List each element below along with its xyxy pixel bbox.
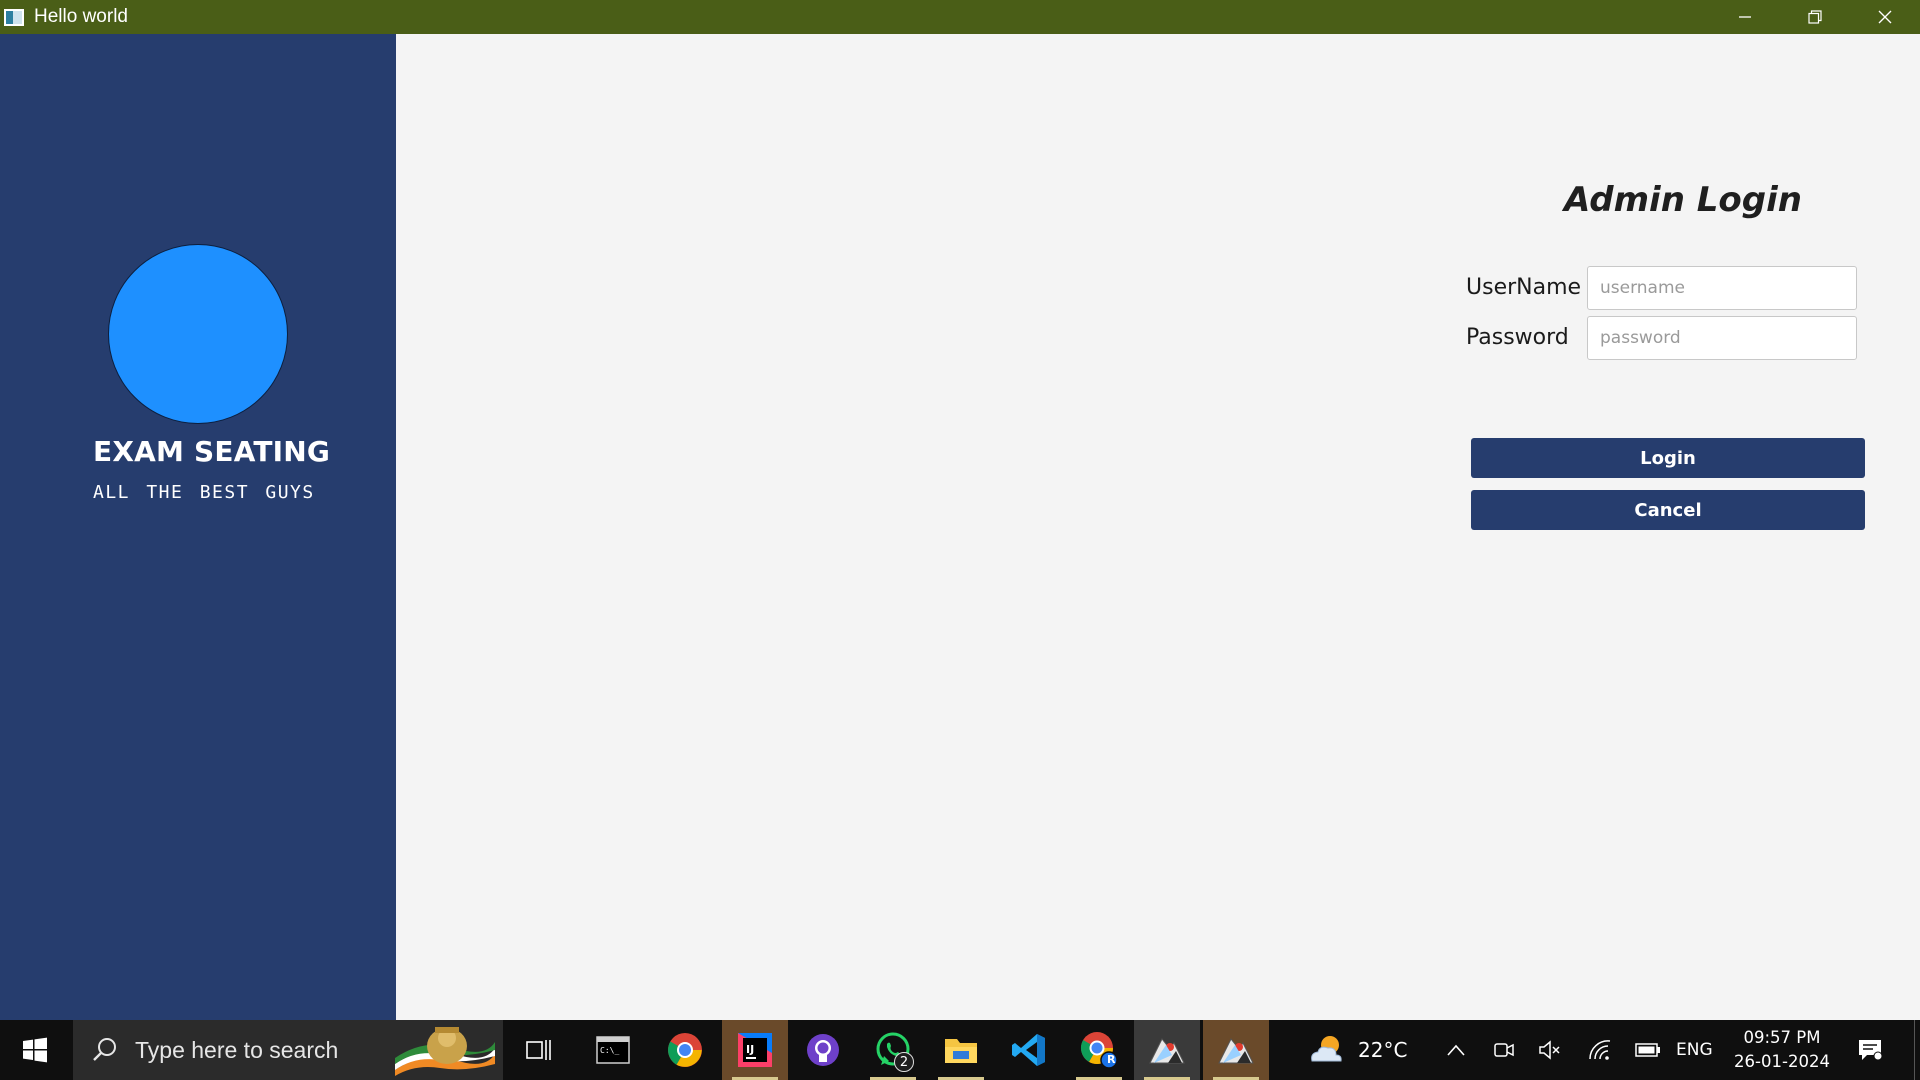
- password-label: Password: [1466, 325, 1569, 350]
- taskbar: Type here to search C:\_ IJ 2 R 22°C ENG…: [0, 1020, 1920, 1080]
- terminal-icon: C:\_: [596, 1036, 630, 1064]
- java-icon: [1149, 1038, 1185, 1064]
- battery-icon: [1635, 1043, 1660, 1057]
- restore-icon: [1808, 10, 1822, 24]
- username-input[interactable]: [1587, 266, 1857, 310]
- password-input[interactable]: [1587, 316, 1857, 360]
- taskbar-vscode[interactable]: [996, 1020, 1062, 1080]
- taskbar-java-app-2[interactable]: [1203, 1020, 1269, 1080]
- weather-temperature: 22°C: [1358, 1038, 1408, 1062]
- taskbar-command-prompt[interactable]: C:\_: [580, 1020, 646, 1080]
- window-title: Hello world: [34, 6, 128, 27]
- taskbar-intellij[interactable]: IJ: [722, 1020, 788, 1080]
- search-highlight-icon: [395, 1027, 495, 1076]
- taskbar-task-view[interactable]: [506, 1020, 572, 1080]
- search-placeholder: Type here to search: [135, 1036, 339, 1063]
- action-center-button[interactable]: [1848, 1020, 1892, 1080]
- taskbar-file-explorer[interactable]: [928, 1020, 994, 1080]
- windows-logo-icon: [23, 1037, 47, 1063]
- clock-date: 26-01-2024: [1734, 1052, 1830, 1071]
- whatsapp-badge: 2: [894, 1052, 914, 1072]
- chrome-icon: [668, 1033, 702, 1067]
- task-view-icon: [526, 1040, 551, 1060]
- restore-button[interactable]: [1780, 0, 1850, 34]
- tray-language[interactable]: ENG: [1676, 1020, 1713, 1080]
- taskbar-weather[interactable]: 22°C: [1308, 1020, 1407, 1080]
- login-title: Admin Login: [1564, 180, 1802, 220]
- chevron-up-icon: [1447, 1044, 1465, 1056]
- tray-volume[interactable]: [1528, 1020, 1572, 1080]
- sidebar-panel: EXAM SEATING ALL THE BEST GUYS: [0, 34, 396, 1020]
- notification-icon: [1859, 1040, 1883, 1061]
- start-button[interactable]: [0, 1020, 70, 1080]
- meet-now-icon: [1494, 1043, 1514, 1057]
- taskbar-chrome[interactable]: [652, 1020, 718, 1080]
- tray-overflow-button[interactable]: [1434, 1020, 1478, 1080]
- taskbar-java-app-1[interactable]: [1134, 1020, 1200, 1080]
- app-window-icon: [4, 8, 24, 26]
- vscode-icon: [1012, 1034, 1045, 1066]
- username-label: UserName: [1466, 275, 1582, 300]
- taskbar-github-desktop[interactable]: [790, 1020, 856, 1080]
- github-icon: [807, 1034, 839, 1066]
- minimize-button[interactable]: [1710, 0, 1780, 34]
- taskbar-search-box[interactable]: Type here to search: [73, 1020, 503, 1080]
- tray-battery[interactable]: [1626, 1020, 1670, 1080]
- show-desktop-button[interactable]: [1914, 1020, 1920, 1080]
- app-subtitle: ALL THE BEST GUYS: [93, 482, 315, 503]
- window-title-bar[interactable]: Hello world: [0, 0, 1920, 34]
- volume-muted-icon: [1539, 1040, 1560, 1060]
- svg-text:IJ: IJ: [746, 1043, 754, 1056]
- cancel-button[interactable]: Cancel: [1471, 490, 1865, 530]
- tray-meet-now[interactable]: [1482, 1020, 1526, 1080]
- close-button[interactable]: [1850, 0, 1920, 34]
- taskbar-whatsapp[interactable]: 2: [860, 1020, 926, 1080]
- tray-network[interactable]: [1578, 1020, 1622, 1080]
- login-button[interactable]: Login: [1471, 438, 1865, 478]
- taskbar-chrome-profile[interactable]: R: [1066, 1020, 1132, 1080]
- chrome-profile-letter: R: [1107, 1053, 1116, 1066]
- search-icon: [87, 1032, 123, 1068]
- folder-icon: [945, 1039, 977, 1063]
- clock-time: 09:57 PM: [1743, 1028, 1821, 1047]
- close-icon: [1878, 10, 1892, 24]
- window-controls: [1710, 0, 1920, 34]
- app-title: EXAM SEATING: [93, 435, 331, 468]
- java-icon: [1218, 1038, 1254, 1064]
- partly-cloudy-icon: [1311, 1036, 1342, 1062]
- avatar-circle: [108, 244, 288, 424]
- svg-text:C:\_: C:\_: [600, 1046, 619, 1055]
- minimize-icon: [1739, 16, 1751, 18]
- intellij-icon: IJ: [738, 1033, 772, 1067]
- tray-clock[interactable]: 09:57 PM 26-01-2024: [1730, 1026, 1834, 1074]
- wifi-icon: [1589, 1040, 1611, 1060]
